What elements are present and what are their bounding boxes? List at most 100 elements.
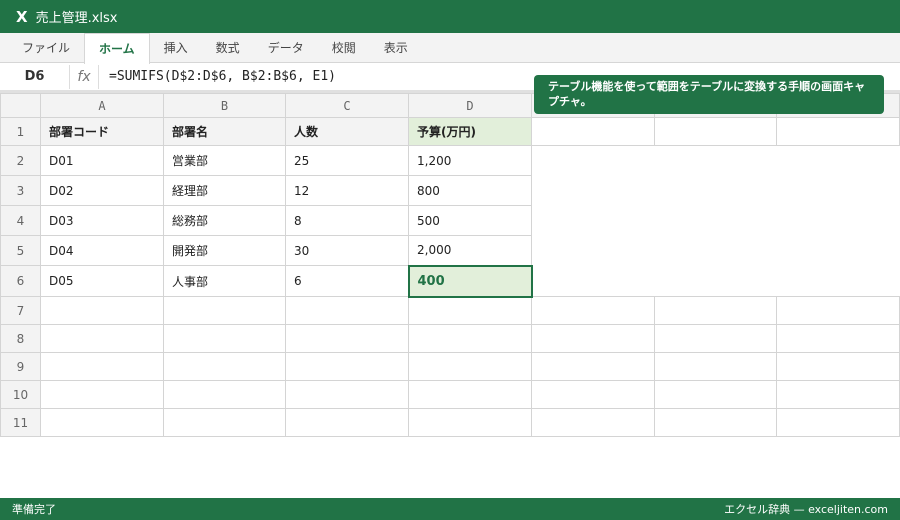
cell-E1[interactable] — [531, 117, 655, 146]
row-header[interactable]: 4 — [0, 205, 41, 236]
cell-G3[interactable] — [777, 176, 900, 206]
name-box[interactable]: D6 — [0, 64, 70, 89]
cell-E6[interactable] — [532, 266, 655, 297]
cell-A4[interactable]: D03 — [40, 205, 164, 236]
cell-E4[interactable] — [532, 206, 655, 236]
cell-C7[interactable] — [285, 296, 409, 325]
tab-review[interactable]: 校閲 — [318, 33, 370, 62]
cell-G6[interactable] — [777, 266, 900, 297]
cell-B7[interactable] — [163, 296, 286, 325]
cell-D6[interactable]: 400 — [407, 264, 533, 298]
cell-C1[interactable]: 人数 — [285, 117, 409, 146]
column-header-C[interactable]: C — [285, 93, 409, 118]
cell-F4[interactable] — [655, 206, 777, 236]
cell-F2[interactable] — [655, 146, 777, 176]
cell-E5[interactable] — [532, 236, 655, 266]
cell-D5[interactable]: 2,000 — [408, 235, 532, 266]
cell-B5[interactable]: 開発部 — [163, 235, 286, 266]
cell-B4[interactable]: 総務部 — [163, 205, 286, 236]
cell-D10[interactable] — [408, 380, 532, 409]
cell-G10[interactable] — [776, 380, 900, 409]
tab-data[interactable]: データ — [254, 33, 318, 62]
cell-C5[interactable]: 30 — [285, 235, 409, 266]
cell-E3[interactable] — [532, 176, 655, 206]
cell-E10[interactable] — [531, 380, 655, 409]
cell-B3[interactable]: 経理部 — [163, 175, 286, 206]
column-header-D[interactable]: D — [408, 93, 532, 118]
cell-F7[interactable] — [654, 296, 777, 325]
row-header[interactable]: 8 — [0, 324, 41, 353]
cell-A10[interactable] — [40, 380, 164, 409]
cell-A8[interactable] — [40, 324, 164, 353]
tab-view[interactable]: 表示 — [370, 33, 422, 62]
cell-A3[interactable]: D02 — [40, 175, 164, 206]
cell-A9[interactable] — [40, 352, 164, 381]
cell-F9[interactable] — [654, 352, 777, 381]
cell-B11[interactable] — [163, 408, 286, 437]
cell-G4[interactable] — [777, 206, 900, 236]
cell-C10[interactable] — [285, 380, 409, 409]
cell-E8[interactable] — [531, 324, 655, 353]
row-header[interactable]: 9 — [0, 352, 41, 381]
cell-C11[interactable] — [285, 408, 409, 437]
cell-D3[interactable]: 800 — [408, 175, 532, 206]
cell-G8[interactable] — [776, 324, 900, 353]
cell-F6[interactable] — [655, 266, 777, 297]
cell-A5[interactable]: D04 — [40, 235, 164, 266]
cell-B2[interactable]: 営業部 — [163, 145, 286, 176]
cell-C2[interactable]: 25 — [285, 145, 409, 176]
cell-E7[interactable] — [531, 296, 655, 325]
cell-D7[interactable] — [408, 296, 532, 325]
cell-A7[interactable] — [40, 296, 164, 325]
cell-F5[interactable] — [655, 236, 777, 266]
cell-B8[interactable] — [163, 324, 286, 353]
row-header[interactable]: 3 — [0, 175, 41, 206]
cell-G2[interactable] — [777, 146, 900, 176]
cell-D8[interactable] — [408, 324, 532, 353]
row-header[interactable]: 11 — [0, 408, 41, 437]
cell-C9[interactable] — [285, 352, 409, 381]
row-header[interactable]: 10 — [0, 380, 41, 409]
cell-G7[interactable] — [776, 296, 900, 325]
row-header[interactable]: 5 — [0, 235, 41, 266]
cell-C3[interactable]: 12 — [285, 175, 409, 206]
column-header-B[interactable]: B — [163, 93, 286, 118]
cell-A2[interactable]: D01 — [40, 145, 164, 176]
cell-G11[interactable] — [776, 408, 900, 437]
cell-G9[interactable] — [776, 352, 900, 381]
cell-D9[interactable] — [408, 352, 532, 381]
cell-B1[interactable]: 部署名 — [163, 117, 286, 146]
tab-file[interactable]: ファイル — [8, 33, 84, 62]
cell-A1[interactable]: 部署コード — [40, 117, 164, 146]
cell-B10[interactable] — [163, 380, 286, 409]
row-header[interactable]: 7 — [0, 296, 41, 325]
tab-formulas[interactable]: 数式 — [202, 33, 254, 62]
select-all-corner[interactable] — [0, 93, 41, 118]
formula-input[interactable]: =SUMIFS(D$2:D$6, B$2:B$6, E1) — [99, 69, 336, 84]
cell-A11[interactable] — [40, 408, 164, 437]
cell-F11[interactable] — [654, 408, 777, 437]
tab-home[interactable]: ホーム — [84, 33, 150, 64]
cell-D11[interactable] — [408, 408, 532, 437]
cell-G5[interactable] — [777, 236, 900, 266]
cell-D1[interactable]: 予算(万円) — [408, 117, 532, 146]
cell-D4[interactable]: 500 — [408, 205, 532, 236]
fx-icon[interactable]: fx — [70, 64, 99, 89]
cell-E9[interactable] — [531, 352, 655, 381]
cell-E2[interactable] — [532, 146, 655, 176]
cell-D2[interactable]: 1,200 — [408, 145, 532, 176]
tab-insert[interactable]: 挿入 — [150, 33, 202, 62]
cell-F10[interactable] — [654, 380, 777, 409]
cell-A6[interactable]: D05 — [40, 265, 164, 297]
cell-G1[interactable] — [776, 117, 900, 146]
column-header-A[interactable]: A — [40, 93, 164, 118]
row-header[interactable]: 6 — [0, 265, 41, 297]
cell-E11[interactable] — [531, 408, 655, 437]
row-header[interactable]: 2 — [0, 145, 41, 176]
cell-F1[interactable] — [654, 117, 777, 146]
cell-C4[interactable]: 8 — [285, 205, 409, 236]
cell-C6[interactable]: 6 — [285, 265, 409, 297]
cell-B9[interactable] — [163, 352, 286, 381]
row-header[interactable]: 1 — [0, 117, 41, 146]
cell-F3[interactable] — [655, 176, 777, 206]
